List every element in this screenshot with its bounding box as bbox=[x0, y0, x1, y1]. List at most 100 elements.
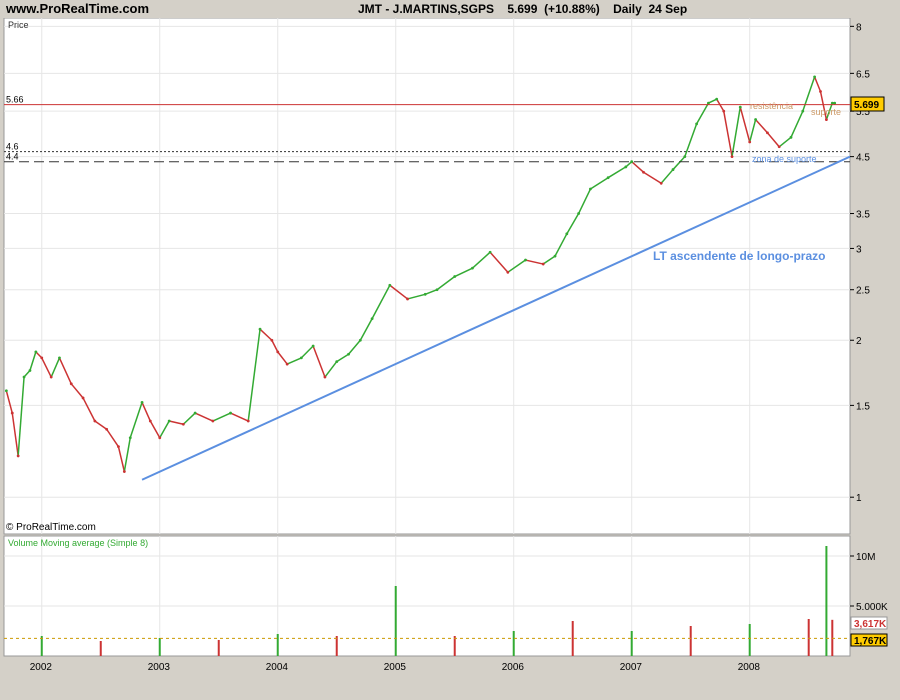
price-point bbox=[453, 275, 457, 278]
trendline-label: LT ascendente de longo-prazo bbox=[653, 249, 825, 263]
price-point bbox=[642, 170, 645, 174]
support-zone-label: zona de suporte bbox=[752, 154, 817, 164]
support-label: suporte bbox=[811, 107, 841, 117]
price-tag: 5.699 bbox=[854, 100, 879, 111]
year-label: 2002 bbox=[30, 662, 53, 673]
price-point bbox=[158, 436, 162, 440]
price-point bbox=[270, 338, 274, 342]
price-point bbox=[801, 109, 805, 113]
price-point bbox=[34, 350, 38, 354]
price-point bbox=[435, 288, 439, 292]
volume-bar bbox=[217, 640, 220, 656]
price-point bbox=[246, 419, 250, 423]
price-point bbox=[789, 135, 793, 139]
title-bar: www.ProRealTime.com JMT - J.MARTINS,SGPS… bbox=[0, 0, 900, 18]
level-label: 4.4 bbox=[6, 152, 19, 162]
volume-bar bbox=[276, 634, 279, 656]
price-point bbox=[659, 181, 663, 185]
change: (+10.88%) bbox=[544, 2, 600, 16]
price-point bbox=[671, 168, 675, 171]
year-label: 2007 bbox=[620, 662, 643, 673]
volume-tag-1: 3,617K bbox=[854, 619, 887, 630]
price-point bbox=[624, 165, 628, 169]
price-point bbox=[606, 176, 610, 180]
price-tick-label: 2.5 bbox=[856, 286, 870, 297]
price-tick-label: 4.5 bbox=[856, 153, 870, 164]
volume-bar bbox=[807, 619, 810, 656]
date: 24 Sep bbox=[648, 2, 688, 16]
volume-bar bbox=[99, 641, 102, 656]
price-point bbox=[406, 297, 409, 301]
year-label: 2006 bbox=[502, 662, 525, 673]
price-point bbox=[524, 258, 527, 262]
price-point bbox=[81, 396, 85, 400]
price-point bbox=[148, 419, 152, 423]
year-label: 2003 bbox=[148, 662, 171, 673]
price-point bbox=[722, 109, 726, 113]
price-point bbox=[140, 400, 144, 404]
price-point bbox=[285, 362, 289, 366]
volume-bar bbox=[748, 624, 751, 656]
price-point bbox=[577, 212, 581, 215]
price-point bbox=[181, 422, 185, 426]
price-panel[interactable] bbox=[3, 17, 851, 535]
price-tick-label: 1.5 bbox=[856, 401, 870, 412]
price-point bbox=[730, 155, 734, 159]
price-point bbox=[335, 360, 339, 364]
volume-bar bbox=[689, 626, 692, 656]
price-point bbox=[754, 118, 758, 121]
level-label: 4.6 bbox=[6, 142, 19, 152]
price-point bbox=[358, 338, 362, 342]
price-point bbox=[211, 419, 215, 423]
price-point bbox=[833, 101, 837, 105]
volume-bar bbox=[335, 636, 338, 656]
price-point bbox=[122, 470, 126, 473]
price-point bbox=[69, 382, 73, 386]
price-point bbox=[258, 327, 262, 331]
price-point bbox=[117, 445, 120, 449]
price-point bbox=[766, 131, 769, 135]
site-name[interactable]: www.ProRealTime.com bbox=[6, 1, 149, 16]
chart-title: JMT - J.MARTINS,SGPS 5.699 (+10.88%) Dai… bbox=[358, 2, 687, 16]
resistance-label: resistência bbox=[750, 101, 793, 111]
volume-bar bbox=[40, 636, 43, 656]
volume-tick-label: 10M bbox=[856, 552, 875, 563]
year-label: 2005 bbox=[384, 662, 407, 673]
price-point bbox=[105, 427, 109, 431]
price-point bbox=[695, 122, 699, 126]
price-point bbox=[541, 262, 545, 266]
price-point bbox=[347, 352, 350, 356]
price-point bbox=[370, 317, 374, 321]
price-point bbox=[323, 375, 327, 379]
price-tick-label: 3.5 bbox=[856, 210, 870, 221]
volume-bar bbox=[571, 621, 574, 656]
price-point bbox=[748, 140, 752, 144]
volume-bar bbox=[825, 546, 828, 656]
price-point bbox=[28, 369, 32, 372]
level-label: 5.66 bbox=[6, 95, 24, 105]
price-point bbox=[93, 419, 97, 423]
price-point bbox=[22, 375, 26, 379]
price-point bbox=[276, 350, 280, 354]
price-tick-label: 8 bbox=[856, 22, 862, 33]
volume-tick-label: 5.000K bbox=[856, 602, 888, 613]
price-point bbox=[49, 375, 53, 379]
price-point bbox=[10, 411, 14, 415]
last-price: 5.699 bbox=[507, 2, 538, 16]
volume-bar bbox=[453, 636, 456, 656]
symbol: JMT - J.MARTINS,SGPS bbox=[358, 2, 495, 16]
price-point bbox=[40, 356, 44, 360]
period: Daily bbox=[613, 2, 642, 16]
price-point bbox=[589, 187, 592, 191]
price-point bbox=[565, 232, 569, 236]
price-point bbox=[128, 436, 132, 440]
year-label: 2008 bbox=[738, 662, 761, 673]
volume-panel-label: Volume Moving average (Simple 8) bbox=[8, 538, 148, 548]
price-point bbox=[471, 266, 474, 270]
price-point bbox=[506, 270, 510, 274]
price-point bbox=[488, 250, 492, 254]
price-point bbox=[715, 97, 719, 101]
volume-bar bbox=[158, 638, 161, 656]
volume-tag-2: 1,767K bbox=[854, 636, 887, 647]
price-point bbox=[193, 411, 197, 415]
